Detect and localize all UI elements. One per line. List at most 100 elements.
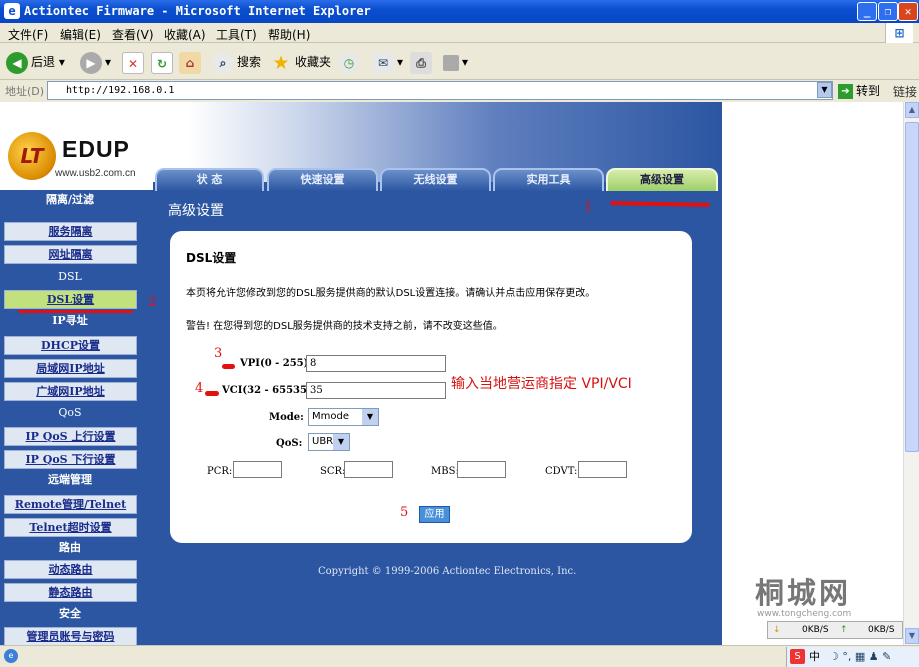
- logo-url: www.usb2.com.cn: [55, 168, 136, 179]
- tab-quick-setup[interactable]: 快速设置: [267, 168, 378, 191]
- mbs-input[interactable]: [457, 461, 506, 478]
- tab-advanced[interactable]: 高级设置: [606, 168, 718, 191]
- qos-label: QoS:: [276, 438, 303, 449]
- sidebar-heading-routing: 路由: [59, 541, 81, 554]
- sidebar: 隔离/过滤 服务隔离 网址隔离 DSL DSL设置 IP寻址 DHCP设置 局域…: [0, 190, 140, 645]
- sidebar-item-dhcp[interactable]: DHCP设置: [4, 336, 137, 355]
- vci-input[interactable]: 35: [306, 382, 446, 399]
- apply-button[interactable]: 应用: [419, 506, 450, 523]
- sidebar-item-wan-ip[interactable]: 广域网IP地址: [4, 382, 137, 401]
- search-icon: ⌕: [212, 51, 234, 74]
- mbs-label: MBS:: [431, 466, 459, 477]
- tab-status[interactable]: 状 态: [155, 168, 264, 191]
- panel-heading: DSL设置: [186, 251, 237, 265]
- sidebar-item-address-isolation[interactable]: 网址隔离: [4, 245, 137, 264]
- address-label: 地址(D): [5, 85, 45, 98]
- annotation-mark-vpi: [222, 364, 235, 369]
- sidebar-item-dynamic-route[interactable]: 动态路由: [4, 560, 137, 579]
- watermark: 桐城网: [755, 576, 852, 610]
- watermark-url: www.tongcheng.com: [757, 609, 852, 619]
- sidebar-item-telnet-timeout[interactable]: Telnet超时设置: [4, 518, 137, 537]
- scroll-thumb[interactable]: [905, 122, 919, 452]
- back-button[interactable]: ◀ 后退 ▾: [6, 49, 65, 75]
- logo-name: EDUP: [62, 136, 130, 162]
- go-button[interactable]: ➔ 转到: [838, 82, 880, 99]
- links-button[interactable]: 链接: [893, 83, 917, 100]
- go-arrow-icon: ➔: [838, 84, 853, 99]
- upload-arrow-icon: ↑: [840, 625, 848, 635]
- sidebar-item-static-route[interactable]: 静态路由: [4, 583, 137, 602]
- refresh-icon: ↻: [151, 51, 173, 74]
- printer-icon: ⎙: [410, 51, 432, 74]
- scroll-up-icon[interactable]: ▲: [905, 102, 919, 118]
- maximize-button[interactable]: ❐: [878, 2, 898, 21]
- scroll-down-icon[interactable]: ▼: [905, 628, 919, 644]
- mode-select[interactable]: Mmode ▼: [308, 408, 379, 426]
- cdvt-input[interactable]: [578, 461, 627, 478]
- sidebar-item-lan-ip[interactable]: 局域网IP地址: [4, 359, 137, 378]
- copyright: Copyright © 1999-2006 Actiontec Electron…: [318, 566, 577, 577]
- refresh-button[interactable]: ↻: [151, 49, 176, 75]
- favorites-button[interactable]: ★ 收藏夹: [270, 49, 331, 75]
- logo-area: LT EDUP www.usb2.com.cn: [0, 102, 153, 190]
- annotation-hint: 输入当地营运商指定 VPI/VCI: [451, 376, 632, 392]
- address-bar: 地址(D) http://192.168.0.1 ▼ ➔ 转到 链接: [0, 80, 919, 102]
- edit-button[interactable]: ▾: [443, 49, 468, 75]
- download-arrow-icon: ↓: [773, 625, 781, 635]
- annotation-1: 1: [584, 200, 593, 215]
- mode-value: Mmode: [312, 411, 349, 422]
- download-speed: 0KB/S: [802, 625, 829, 635]
- minimize-button[interactable]: _: [857, 2, 877, 21]
- history-button[interactable]: ◷: [338, 49, 363, 75]
- page-title: 高级设置: [168, 203, 224, 219]
- vpi-input[interactable]: 8: [306, 355, 446, 372]
- star-icon: ★: [272, 51, 290, 74]
- forward-button[interactable]: ▶ ▾: [80, 49, 111, 75]
- chevron-down-icon[interactable]: ▼: [817, 82, 832, 98]
- ime-toolbar[interactable]: S 中 ☽ °, ▦ ♟ ✎: [786, 647, 919, 667]
- scr-input[interactable]: [344, 461, 393, 478]
- sidebar-item-admin-account[interactable]: 管理员账号与密码: [4, 627, 137, 645]
- menu-view[interactable]: 查看(V): [112, 26, 154, 43]
- menu-file[interactable]: 文件(F): [8, 26, 48, 43]
- chevron-down-icon: ▼: [333, 434, 349, 450]
- tab-wireless[interactable]: 无线设置: [380, 168, 491, 191]
- sidebar-item-dsl-settings[interactable]: DSL设置: [4, 290, 137, 309]
- sidebar-item-qos-downstream[interactable]: IP QoS 下行设置: [4, 450, 137, 469]
- page-icon: e: [4, 649, 18, 663]
- qos-value: UBR: [312, 436, 334, 447]
- menu-edit[interactable]: 编辑(E): [60, 26, 101, 43]
- qos-select[interactable]: UBR ▼: [308, 433, 350, 451]
- print-button[interactable]: ⎙: [410, 49, 435, 75]
- tab-utilities[interactable]: 实用工具: [493, 168, 604, 191]
- sidebar-heading-dsl: DSL: [58, 270, 82, 283]
- sidebar-item-service-isolation[interactable]: 服务隔离: [4, 222, 137, 241]
- forward-arrow-icon: ▶: [80, 51, 102, 74]
- vertical-scrollbar[interactable]: ▲ ▼: [903, 102, 919, 645]
- mail-icon: ✉: [372, 51, 394, 74]
- sidebar-heading-qos: QoS: [58, 406, 82, 419]
- pcr-label: PCR:: [207, 466, 233, 477]
- address-input[interactable]: http://192.168.0.1: [47, 81, 833, 100]
- panel-description: 本页将允许您修改到您的DSL服务提供商的默认DSL设置连接。请确认并点击应用保存…: [186, 288, 596, 299]
- go-label: 转到: [856, 84, 881, 98]
- search-button[interactable]: ⌕ 搜索: [212, 49, 261, 75]
- sidebar-item-remote-telnet[interactable]: Remote管理/Telnet: [4, 495, 137, 514]
- window-title: Actiontec Firmware - Microsoft Internet …: [24, 4, 371, 18]
- input-method-icon: S: [790, 649, 805, 664]
- pcr-input[interactable]: [233, 461, 282, 478]
- menu-bar: 文件(F) 编辑(E) 查看(V) 收藏(A) 工具(T) 帮助(H) ⊞: [0, 23, 919, 43]
- home-button[interactable]: ⌂: [179, 49, 204, 75]
- sidebar-heading-isolation: 隔离/过滤: [45, 193, 95, 206]
- sidebar-heading-security: 安全: [59, 607, 81, 620]
- close-button[interactable]: ✕: [898, 2, 918, 21]
- menu-favorites[interactable]: 收藏(A): [164, 26, 206, 43]
- annotation-mark-vci: [205, 391, 219, 396]
- menu-tools[interactable]: 工具(T): [216, 26, 257, 43]
- stop-button[interactable]: ✕: [122, 49, 147, 75]
- mail-button[interactable]: ✉ ▾: [372, 49, 403, 75]
- sidebar-item-qos-upstream[interactable]: IP QoS 上行设置: [4, 427, 137, 446]
- search-label: 搜索: [237, 55, 262, 69]
- browser-viewport: LT EDUP www.usb2.com.cn 状 态 快速设置 无线设置 实用…: [0, 102, 903, 645]
- menu-help[interactable]: 帮助(H): [268, 26, 310, 43]
